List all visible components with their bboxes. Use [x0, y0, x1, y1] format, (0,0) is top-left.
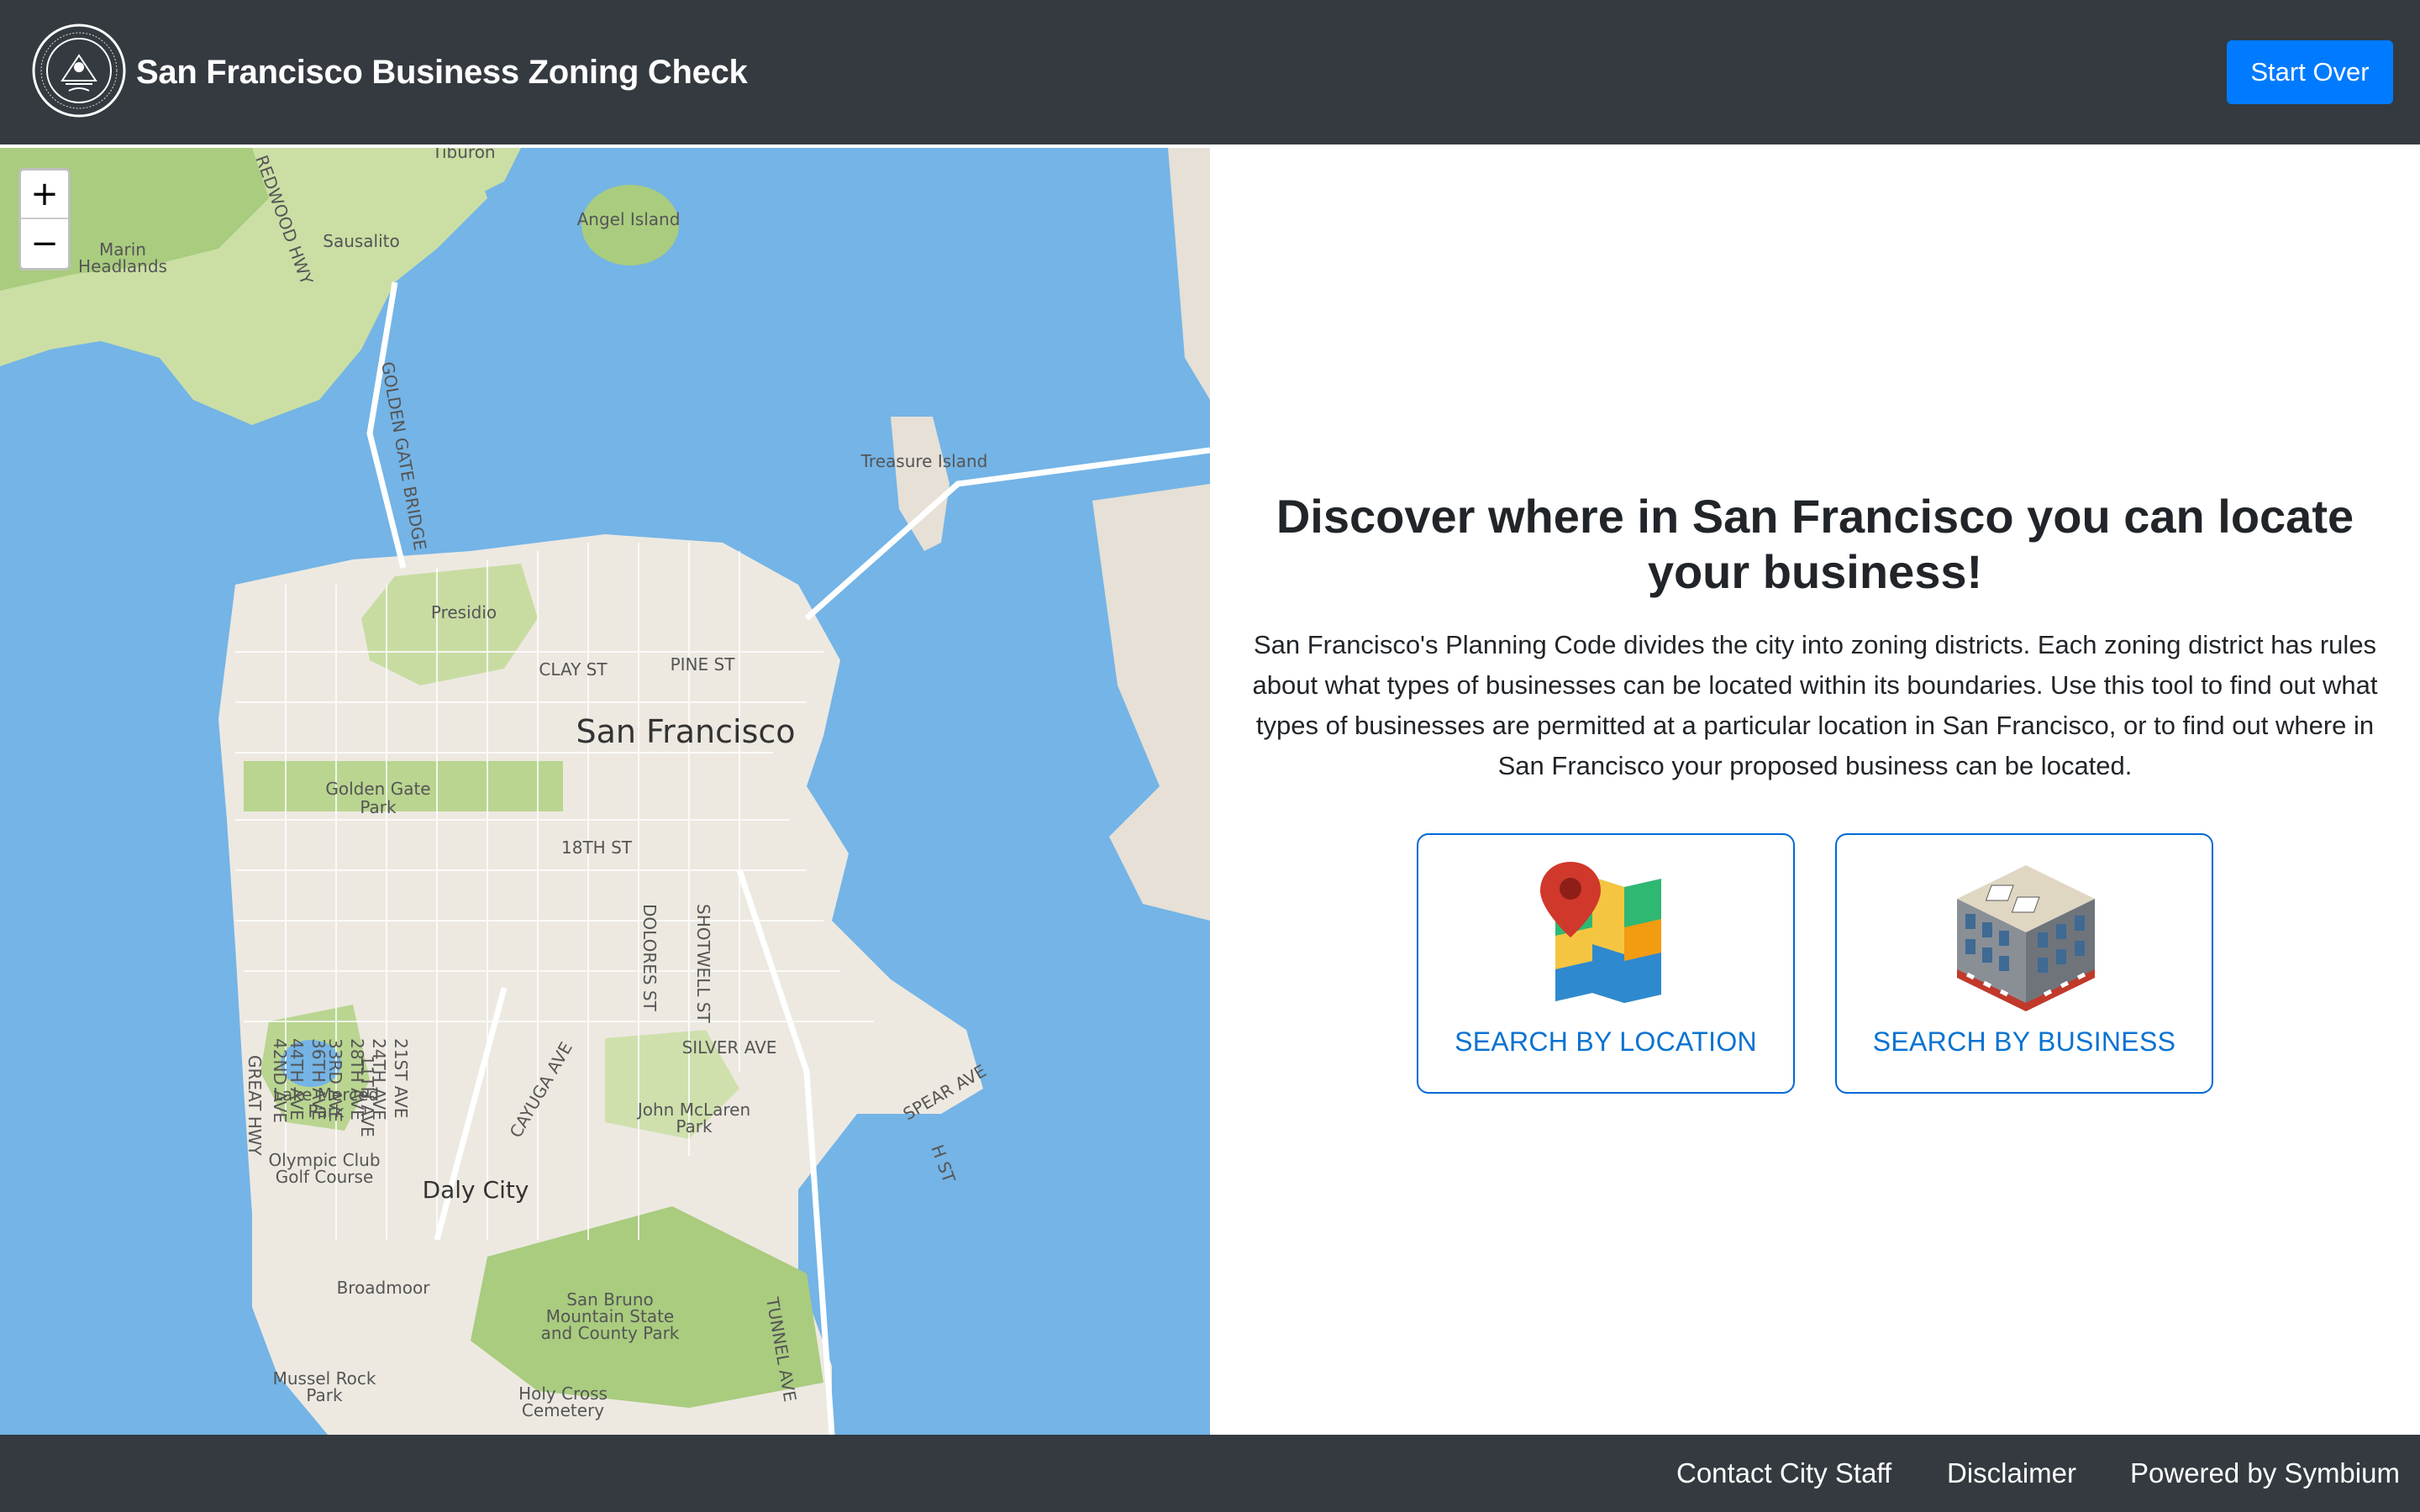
- map-label-mussel-rock-park: Park: [306, 1385, 343, 1405]
- zoom-out-button[interactable]: −: [21, 219, 68, 268]
- map-label-mclaren-park: Park: [676, 1116, 713, 1137]
- map-label-44th-ave: 44TH AVE: [287, 1038, 307, 1121]
- search-by-business-label: SEARCH BY BUSINESS: [1872, 1026, 2176, 1057]
- app-title: San Francisco Business Zoning Check: [136, 53, 748, 91]
- footer: Contact City Staff Disclaimer Powered by…: [0, 1435, 2420, 1512]
- map-label-sausalito: Sausalito: [323, 231, 400, 251]
- top-navbar: San Francisco Business Zoning Check Star…: [0, 0, 2420, 144]
- search-by-location-label: SEARCH BY LOCATION: [1455, 1026, 1757, 1057]
- map-label-daly-city: Daly City: [423, 1176, 529, 1204]
- footer-link-powered-by[interactable]: Powered by Symbium: [2130, 1435, 2400, 1512]
- map-label-san-francisco: San Francisco: [576, 713, 795, 750]
- intro-paragraph: San Francisco's Planning Code divides th…: [1252, 630, 2378, 780]
- map-label-treasure-island: Treasure Island: [860, 451, 988, 471]
- building-icon: [1957, 865, 2095, 1011]
- map-label-shotwell-st: SHOTWELL ST: [693, 904, 713, 1023]
- map-pin-icon: [1540, 862, 1661, 1003]
- zoom-control: + −: [18, 168, 71, 270]
- page-headline: Discover where in San Francisco you can …: [1276, 490, 2354, 598]
- map-tiles[interactable]: Tiburon Sausalito Marin Headlands Angel …: [0, 148, 1210, 1435]
- map-label-33rd-ave: 33RD AVE: [325, 1038, 345, 1122]
- intro-panel: Discover where in San Francisco you can …: [1210, 148, 2420, 1435]
- map-label-pine-st: PINE ST: [671, 654, 736, 675]
- map-label-marin-headlands: Headlands: [78, 256, 167, 276]
- footer-link-disclaimer[interactable]: Disclaimer: [1947, 1435, 2076, 1512]
- map-label-silver-ave: SILVER AVE: [682, 1037, 777, 1058]
- map-panel[interactable]: Tiburon Sausalito Marin Headlands Angel …: [0, 148, 1210, 1435]
- footer-link-contact[interactable]: Contact City Staff: [1676, 1435, 1891, 1512]
- map-label-great-hwy: GREAT HWY: [245, 1055, 265, 1157]
- start-over-button[interactable]: Start Over: [2227, 40, 2393, 104]
- map-label-olympic-golf: Golf Course: [276, 1167, 374, 1187]
- zoom-in-button[interactable]: +: [21, 171, 68, 219]
- map-label-clay-st: CLAY ST: [539, 659, 608, 680]
- map-label-cemetery: Cemetery: [522, 1400, 604, 1420]
- map-label-21st-ave: 21ST AVE: [391, 1038, 411, 1118]
- map-label-angel-island: Angel Island: [577, 209, 681, 229]
- map-label-11th-ave: 11TH AVE: [357, 1055, 377, 1137]
- search-by-business-card[interactable]: SEARCH BY BUSINESS: [1835, 833, 2213, 1094]
- map-label-18th-st: 18TH ST: [561, 837, 633, 858]
- map-label-county-park: and County Park: [541, 1323, 680, 1343]
- city-seal-logo: [32, 24, 126, 118]
- map-label-broadmoor: Broadmoor: [337, 1278, 431, 1298]
- search-by-location-card[interactable]: SEARCH BY LOCATION: [1417, 833, 1795, 1094]
- map-label-tiburon: Tiburon: [431, 148, 495, 162]
- map-label-golden-gate-park: Park: [360, 797, 397, 817]
- map-label-golden-gate: Golden Gate: [325, 779, 430, 799]
- map-label-dolores-st: DOLORES ST: [639, 904, 660, 1012]
- map-label-presidio: Presidio: [431, 602, 497, 622]
